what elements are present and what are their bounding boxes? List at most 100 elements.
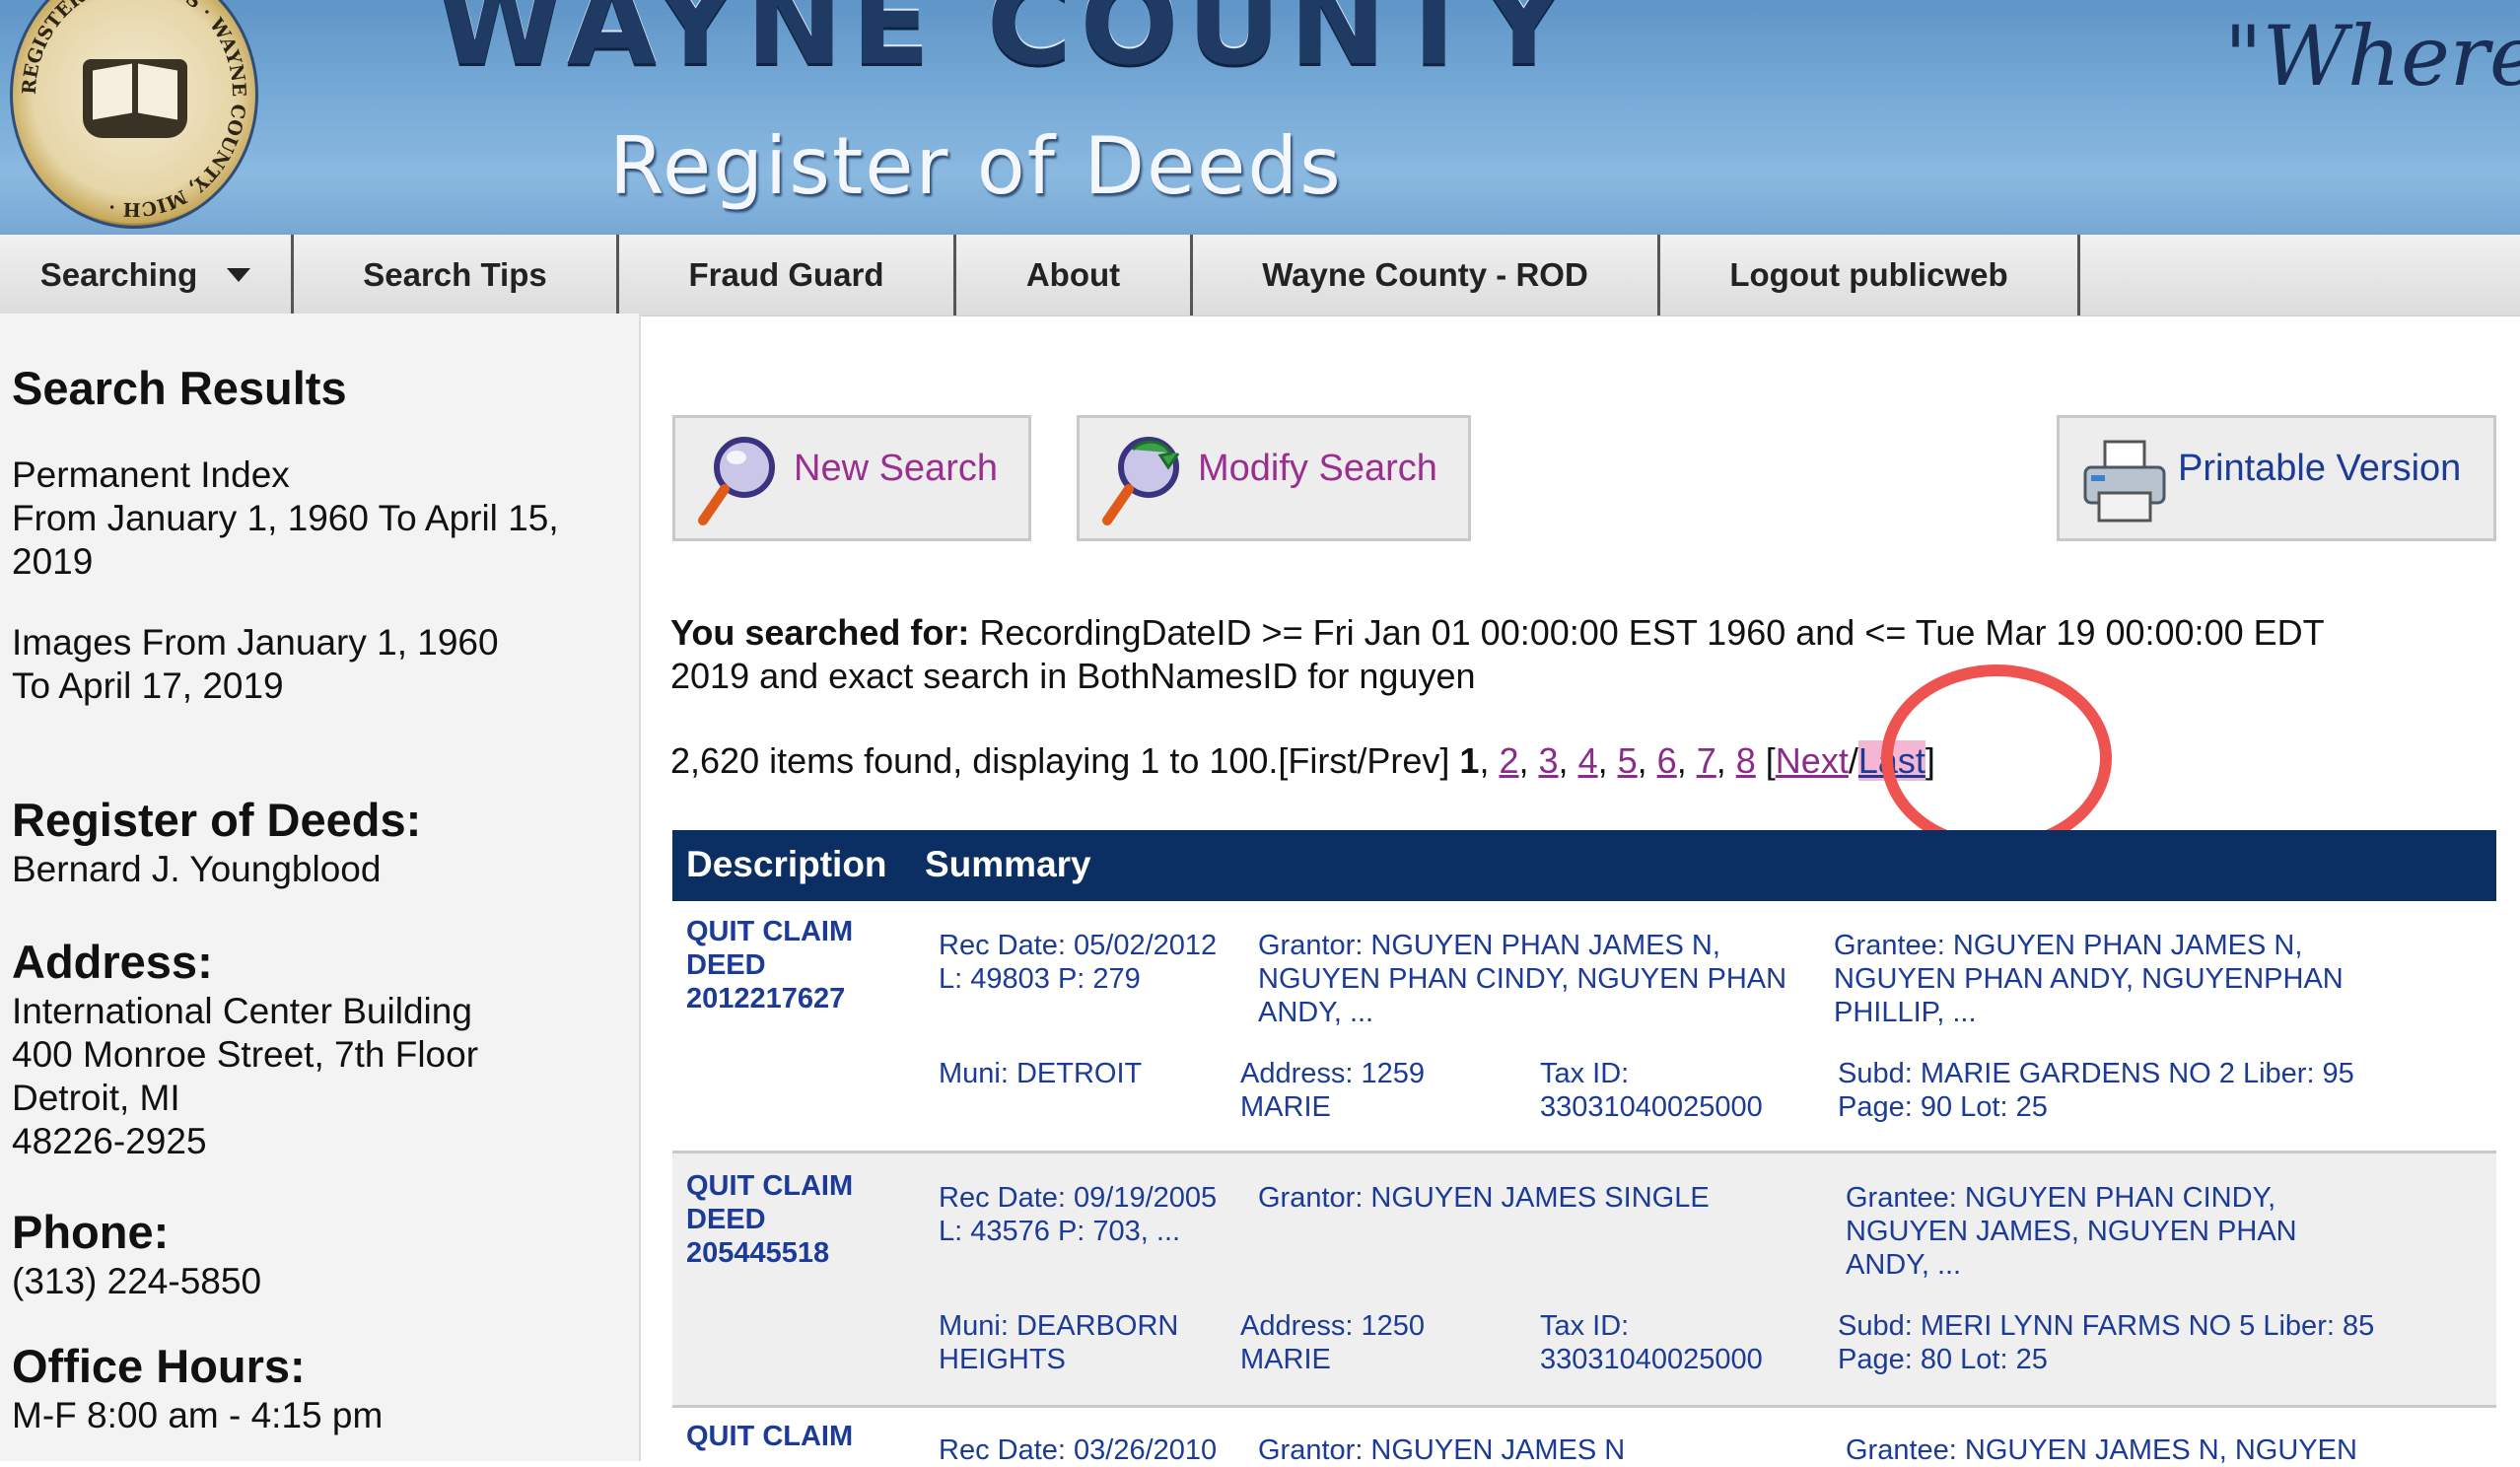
tax-value: 33031040025000 [1540,1091,1763,1123]
index-name: Permanent Index [12,454,290,495]
document-type[interactable]: QUIT CLAIM [686,1420,853,1453]
new-search-button[interactable]: New Search [672,415,1031,541]
municipality: Muni: DEARBORN HEIGHTS [939,1309,1178,1376]
index-range-cont: 2019 [12,541,94,582]
document-number: 2012217627 [686,983,846,1014]
images-info: Images From January 1, 1960 To April 17,… [12,621,499,708]
nav-label: Search Tips [363,256,547,293]
grantee-line: Grantee: NGUYEN PHAN CINDY, [1846,1182,2276,1214]
doc-type-line: QUIT CLAIM [686,1170,854,1202]
nav-label: Searching [39,256,198,293]
grantor: Grantor: NGUYEN PHAN JAMES N, NGUYEN PHA… [1258,929,1786,1029]
table-row[interactable]: QUIT CLAIM DEED 205445518 Rec Date: 09/1… [672,1153,2496,1408]
nav-label: About [1025,256,1121,293]
document-type[interactable]: QUIT CLAIM DEED 2012217627 [686,915,853,1015]
address-line: 48226-2925 [12,1121,207,1161]
page-link-5[interactable]: 5 [1618,740,1638,781]
grantee-line: PHILLIP, ... [1834,997,1977,1028]
document-number: 205445518 [686,1237,830,1269]
images-range: Images From January 1, 1960 [12,622,499,663]
page-link-7[interactable]: 7 [1697,740,1716,781]
hours-text: M-F 8:00 am - 4:15 pm [12,1395,384,1435]
grantee-line: ANDY, ... [1846,1249,1962,1281]
page-link-2[interactable]: 2 [1499,740,1518,781]
site-header: REGISTER OF DEEDS · WAYNE COUNTY, MICH ·… [0,0,2520,233]
grantee-line: Grantee: NGUYEN PHAN JAMES N, [1834,930,2303,961]
muni-line: Muni: DEARBORN [939,1310,1179,1342]
rod-name: Bernard J. Youngblood [12,849,382,889]
search-query: RecordingDateID >= Fri Jan 01 00:00:00 E… [979,612,2325,653]
grantor-line: Grantor: NGUYEN PHAN JAMES N, [1258,930,1720,961]
address-info: Address: International Center Building 4… [12,935,478,1163]
images-range-cont: To April 17, 2019 [12,665,284,706]
search-results-block: Search Results [12,361,347,416]
new-search-label: New Search [794,448,998,489]
nav-fraud-guard[interactable]: Fraud Guard [619,235,956,315]
col-description: Description [686,844,887,884]
index-info: Permanent Index From January 1, 1960 To … [12,454,559,584]
index-range: From January 1, 1960 To April 15, [12,498,559,538]
subdivision: Subd: MERI LYNN FARMS NO 5 Liber: 85 Pag… [1838,1309,2374,1376]
subd-line: Subd: MERI LYNN FARMS NO 5 Liber: 85 [1838,1310,2375,1342]
property-address: Address: 1250 MARIE [1240,1309,1425,1376]
property-address: Address: 1259 MARIE [1240,1057,1425,1124]
search-label: You searched for: [670,612,970,653]
phone-heading: Phone: [12,1206,170,1258]
subd-line: Subd: MARIE GARDENS NO 2 Liber: 95 [1838,1058,2354,1089]
next-page-link[interactable]: Next [1776,740,1849,781]
tax-label: Tax ID: [1540,1058,1630,1089]
rec-date-text: Rec Date: 03/26/2010 [939,1434,1218,1466]
printable-version-button[interactable]: Printable Version [2057,415,2496,541]
results-table-header: Description Summary [672,830,2496,901]
nav-label: Logout publicweb [1729,256,2008,293]
modify-search-button[interactable]: Modify Search [1077,415,1471,541]
phone-info: Phone: (313) 224-5850 [12,1205,261,1303]
nav-about[interactable]: About [956,235,1193,315]
table-row[interactable]: QUIT CLAIM Rec Date: 03/26/2010 Grantor:… [672,1408,2496,1466]
chevron-down-icon [227,268,251,282]
col-summary: Summary [925,844,1091,884]
rec-date-text: Rec Date: 05/02/2012 [939,930,1218,961]
page-link-3[interactable]: 3 [1539,740,1559,781]
tax-id: Tax ID: 33031040025000 [1540,1309,1763,1376]
rec-date: Rec Date: 09/19/2005 L: 43576 P: 703, ..… [939,1181,1217,1248]
subd-line: Page: 90 Lot: 25 [1838,1091,2048,1123]
grantor-line: ANDY, ... [1258,997,1374,1028]
address-line: MARIE [1240,1091,1331,1123]
nav-logout[interactable]: Logout publicweb [1660,235,2080,315]
nav-searching-dropdown[interactable]: Searching [0,235,294,315]
address-line: Address: 1259 [1240,1058,1426,1089]
hours-heading: Office Hours: [12,1340,306,1392]
liber-page: L: 43576 P: 703, ... [939,1216,1181,1247]
grantee: Grantee: NGUYEN PHAN JAMES N, NGUYEN PHA… [1834,929,2344,1029]
document-type[interactable]: QUIT CLAIM DEED 205445518 [686,1169,853,1270]
muni-line: HEIGHTS [939,1344,1066,1375]
liber-page: L: 49803 P: 279 [939,963,1141,995]
table-row[interactable]: QUIT CLAIM DEED 2012217627 Rec Date: 05/… [672,901,2496,1153]
nav-wayne-county-rod[interactable]: Wayne County - ROD [1193,235,1660,315]
page-link-6[interactable]: 6 [1657,740,1677,781]
page-link-4[interactable]: 4 [1578,740,1598,781]
main-nav: Searching Search Tips Fraud Guard About … [0,233,2520,316]
county-seal-logo: REGISTER OF DEEDS · WAYNE COUNTY, MICH · [10,0,258,229]
address-line: International Center Building [12,991,472,1031]
tax-id: Tax ID: 33031040025000 [1540,1057,1763,1124]
nav-label: Wayne County - ROD [1262,256,1588,293]
search-query-cont: 2019 and exact search in BothNamesID for… [670,656,1476,696]
nav-search-tips[interactable]: Search Tips [294,235,619,315]
grantee: Grantee: NGUYEN JAMES N, NGUYEN [1846,1433,2357,1467]
grantee-line: Grantee: NGUYEN JAMES N, NGUYEN [1846,1434,2357,1466]
doc-type-line: DEED [686,949,766,981]
page-link-8[interactable]: 8 [1736,740,1756,781]
subd-line: Page: 80 Lot: 25 [1838,1344,2048,1375]
printer-icon [2083,440,2166,523]
grantor: Grantor: NGUYEN JAMES N [1258,1433,1625,1467]
modify-search-label: Modify Search [1198,448,1437,489]
grantor-line: Grantor: NGUYEN JAMES N [1258,1434,1626,1466]
grantor-line: Grantor: NGUYEN JAMES SINGLE [1258,1182,1710,1214]
pagination: 2,620 items found, displaying 1 to 100.[… [670,740,1935,781]
phone-number: (313) 224-5850 [12,1261,262,1301]
modify-magnifier-icon [1102,437,1180,525]
grantor: Grantor: NGUYEN JAMES SINGLE [1258,1181,1710,1215]
address-heading: Address: [12,936,213,988]
